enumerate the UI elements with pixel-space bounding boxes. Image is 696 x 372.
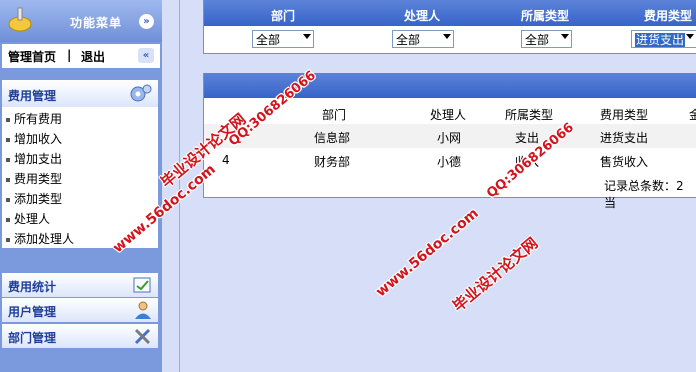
watermark-name: 毕业设计论文网 [449,234,542,316]
menu-header: 功能菜单 » [0,0,162,42]
results-panel: 部门 处理人 所属类型 费用类型 金 信息部 小网 支出 进货支出 4 财务部 … [203,73,696,210]
bullet-icon [6,117,10,122]
menu-item-label: 处理人 [14,212,51,226]
bullet-icon [6,197,10,202]
collapse-menu-icon[interactable]: » [139,14,154,29]
cell-type: 支出 [515,131,540,145]
col-type: 所属类型 [505,108,554,122]
section-user-management[interactable]: 用户管理 [2,298,158,322]
home-bar: 管理首页 | 退出 « [2,44,160,68]
menu-item-add-expense[interactable]: 增加支出 [2,149,158,169]
handler-select[interactable]: 全部 [392,30,454,48]
cell-cost-type: 售货收入 [600,155,649,169]
section-label: 部门管理 [8,331,57,345]
tools-icon [134,328,151,345]
sidebar: 功能菜单 » 管理首页 | 退出 « 费用管理 所有费用 增加收入 增加支出 费… [0,0,162,372]
col-dept: 部门 [322,108,347,122]
menu-item-add-income[interactable]: 增加收入 [2,129,158,149]
menu-title: 功能菜单 [70,16,123,30]
bullet-icon [6,237,10,242]
filter-header-dept: 部门 [271,9,296,23]
dept-select-value: 全部 [256,33,281,47]
menu-item-add-type[interactable]: 添加类型 [2,189,158,209]
table-row[interactable]: 信息部 小网 支出 进货支出 [204,124,696,148]
cell-handler: 小网 [437,131,462,145]
cell-dept: 信息部 [314,131,351,145]
bullet-icon [6,157,10,162]
section-dept-management[interactable]: 部门管理 [2,324,158,348]
dropdown-arrow-icon [303,34,311,39]
logout-link[interactable]: 退出 [81,48,105,65]
expense-panel-title: 费用管理 [8,89,57,103]
handler-select-value: 全部 [396,33,421,47]
dropdown-arrow-icon [561,34,569,39]
users-icon [135,301,151,319]
cell-id: 4 [222,153,230,167]
dropdown-arrow-icon [686,34,694,39]
cost-type-select[interactable]: 进货支出 [631,30,696,48]
menu-item-cost-types[interactable]: 费用类型 [2,169,158,189]
dept-select[interactable]: 全部 [252,30,314,48]
cost-type-select-value: 进货支出 [635,33,686,47]
dropdown-arrow-icon [443,34,451,39]
section-label: 费用统计 [8,280,57,294]
expense-panel-header[interactable]: 费用管理 [2,80,158,107]
col-cost-type: 费用类型 [600,108,649,122]
home-link[interactable]: 管理首页 [8,48,56,65]
record-count: 记录总条数：2 当 [604,179,684,210]
menu-item-label: 增加支出 [14,152,63,166]
menu-item-label: 所有费用 [14,112,63,126]
type-select[interactable]: 全部 [521,30,572,48]
hide-sidebar-icon[interactable]: « [138,48,154,63]
table-row[interactable]: 4 财务部 小德 收入 售货收入 [204,148,696,172]
filter-panel: 部门 处理人 所属类型 费用类型 全部 全部 全部 进货支出 [203,0,696,54]
type-select-value: 全部 [525,33,550,47]
section-label: 用户管理 [8,305,57,319]
filter-header-handler: 处理人 [404,9,441,23]
cell-handler: 小德 [437,155,462,169]
menu-item-label: 费用类型 [14,172,63,186]
separator: | [67,48,72,62]
menu-item-label: 添加处理人 [14,232,75,246]
cell-dept: 财务部 [314,155,351,169]
menu-item-label: 添加类型 [14,192,63,206]
section-expense-stats[interactable]: 费用统计 [2,273,158,297]
gear-icon [130,84,152,102]
bullet-icon [6,177,10,182]
chart-check-icon [133,277,151,293]
col-handler: 处理人 [430,108,467,122]
filter-header: 部门 处理人 所属类型 费用类型 [204,0,696,26]
broom-icon [8,7,32,32]
cell-cost-type: 进货支出 [600,131,649,145]
menu-item-all-expenses[interactable]: 所有费用 [2,109,158,129]
menu-item-label: 增加收入 [14,132,63,146]
col-amount: 金 [689,108,696,122]
filter-header-cost-type: 费用类型 [644,9,693,23]
filter-header-type: 所属类型 [521,9,570,23]
bullet-icon [6,137,10,142]
bullet-icon [6,217,10,222]
